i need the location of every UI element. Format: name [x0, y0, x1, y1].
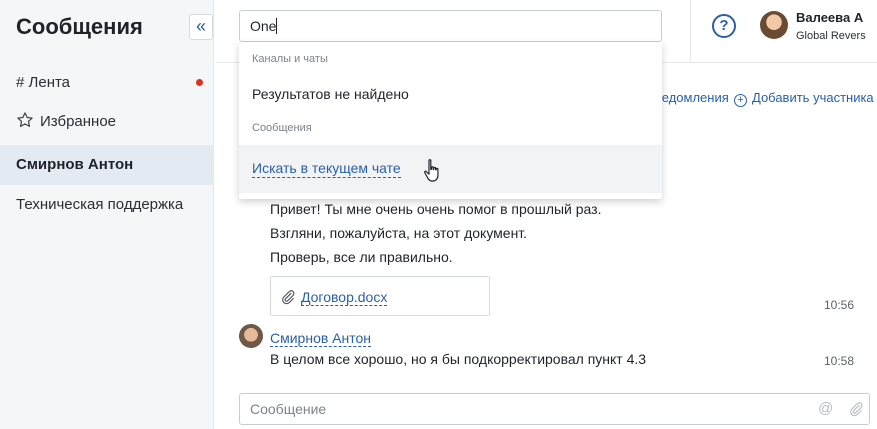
- message-line: Взгляни, пожалуйста, на этот документ.: [270, 225, 528, 241]
- search-dropdown: Каналы и чаты Результатов не найдено Соо…: [239, 42, 662, 199]
- add-participant-label: Добавить участника: [752, 90, 874, 105]
- unread-dot: [196, 79, 203, 86]
- search-in-chat-link[interactable]: Искать в текущем чате: [252, 160, 401, 178]
- attachment-name[interactable]: Договор.docx: [301, 289, 388, 306]
- sidebar-item-label: Избранное: [40, 113, 117, 130]
- search-in-chat-item[interactable]: Искать в текущем чате: [239, 145, 662, 193]
- avatar[interactable]: [239, 324, 263, 348]
- sidebar-item-label: Смирнов Антон: [16, 156, 134, 173]
- mention-icon[interactable]: @: [818, 400, 833, 417]
- sidebar-item-label: Техническая поддержка: [16, 196, 184, 213]
- double-chevron-left-icon: «: [195, 16, 206, 36]
- paperclip-icon: [282, 290, 295, 305]
- message-line: В целом все хорошо, но я бы подкорректир…: [270, 351, 647, 367]
- file-attachment[interactable]: Договор.docx: [270, 276, 490, 316]
- user-company: Global Revers: [796, 30, 866, 42]
- message-input[interactable]: [240, 394, 800, 424]
- message-composer: @: [239, 393, 870, 425]
- text-caret: [276, 18, 278, 34]
- message-time: 10:56: [824, 298, 855, 312]
- message-line: Привет! Ты мне очень очень помог в прошл…: [270, 201, 602, 217]
- search-input[interactable]: One: [239, 10, 662, 42]
- paperclip-icon[interactable]: [848, 401, 864, 417]
- help-icon[interactable]: ?: [712, 14, 736, 38]
- avatar[interactable]: [760, 11, 788, 39]
- message-time: 10:58: [824, 354, 855, 368]
- star-icon: [17, 112, 33, 127]
- search-value: One: [250, 18, 277, 34]
- sidebar-title: Сообщения: [16, 14, 143, 39]
- sidebar: Сообщения « # Лента Избранное Смирнов Ан…: [0, 0, 214, 429]
- no-results-text: Результатов не найдено: [252, 86, 409, 102]
- notifications-link[interactable]: ведомления: [655, 90, 729, 105]
- user-name[interactable]: Валеева А: [796, 10, 863, 25]
- plus-circle-icon: +: [734, 94, 747, 107]
- section-header-messages: Сообщения: [252, 122, 312, 134]
- section-header-channels: Каналы и чаты: [252, 53, 328, 65]
- collapse-sidebar-button[interactable]: «: [189, 14, 213, 40]
- sidebar-item-favorites[interactable]: Избранное: [0, 102, 213, 142]
- divider: [690, 0, 691, 63]
- sidebar-item-label: # Лента: [16, 74, 71, 91]
- message-author[interactable]: Смирнов Антон: [270, 330, 372, 347]
- add-participant-button[interactable]: + Добавить участника: [734, 90, 874, 107]
- sidebar-item-feed[interactable]: # Лента: [0, 63, 213, 103]
- sidebar-item-support[interactable]: Техническая поддержка: [0, 185, 213, 225]
- message-line: Проверь, все ли правильно.: [270, 249, 453, 265]
- sidebar-item-smirnov[interactable]: Смирнов Антон: [0, 145, 213, 185]
- hand-pointer-icon: [424, 159, 439, 182]
